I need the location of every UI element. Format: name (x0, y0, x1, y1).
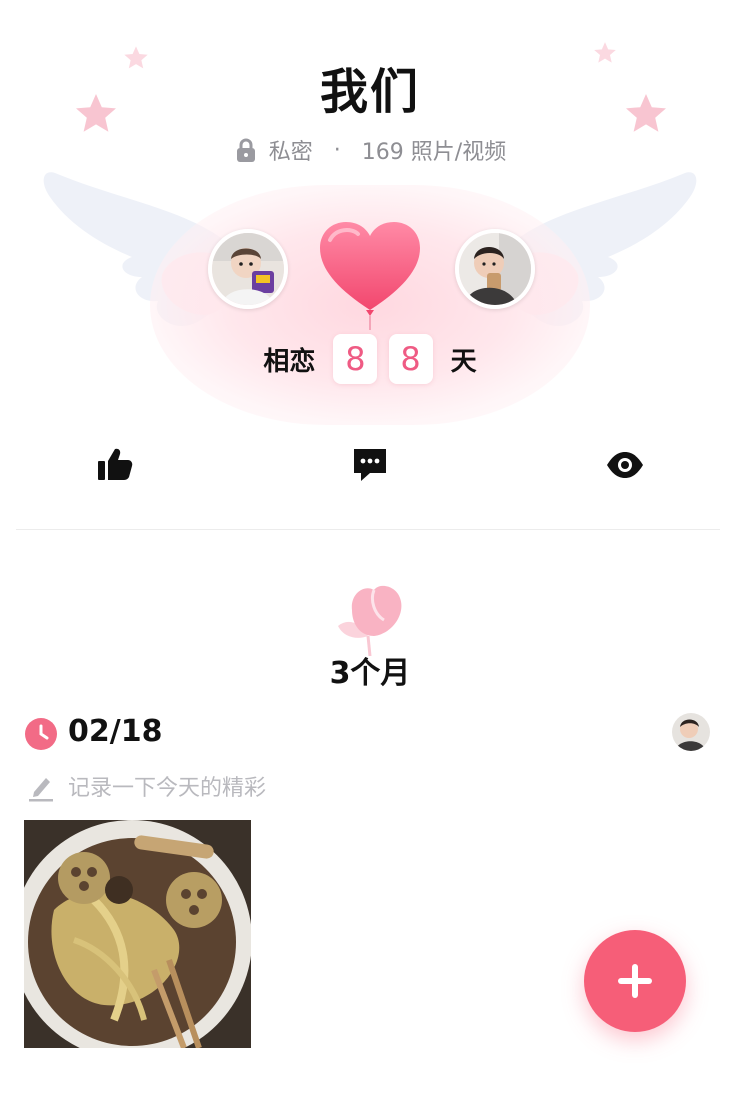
counter-suffix: 天 (450, 346, 477, 377)
partner-avatar-right[interactable] (455, 229, 535, 309)
partner-avatar-left[interactable] (208, 229, 288, 309)
avatar-photo (212, 233, 284, 305)
separator-dot: · (333, 137, 341, 163)
counter-digit: 8 (388, 334, 433, 384)
eye-icon[interactable] (605, 445, 645, 485)
love-days-counter: 相恋 8 8 天 (0, 334, 740, 384)
timeline-period-label: 3个月 (329, 656, 411, 691)
avatar-photo (672, 713, 710, 751)
page-title: 我们 (319, 64, 420, 120)
album-meta: 私密 · 169 照片/视频 (0, 134, 740, 166)
entry-date: 02/18 (68, 714, 163, 749)
media-count: 169 照片/视频 (361, 140, 507, 165)
food-photo (24, 820, 251, 1048)
chat-bubble-icon[interactable] (350, 445, 390, 485)
heart-balloon-icon (320, 222, 420, 330)
privacy-label: 私密 (268, 140, 313, 165)
entry-author-avatar[interactable] (672, 713, 710, 751)
thumbs-up-icon[interactable] (95, 445, 135, 485)
entry-photo[interactable] (24, 820, 251, 1048)
divider (16, 529, 720, 530)
clock-icon (25, 718, 57, 750)
plus-icon (618, 964, 652, 998)
note-input[interactable]: 记录一下今天的精彩 (68, 770, 266, 802)
lock-icon (236, 138, 255, 162)
add-entry-button[interactable] (584, 930, 686, 1032)
counter-digit: 8 (333, 334, 378, 384)
avatar-photo (459, 233, 531, 305)
rose-icon (338, 585, 402, 656)
pencil-icon[interactable] (26, 772, 56, 802)
counter-prefix: 相恋 (263, 346, 316, 377)
